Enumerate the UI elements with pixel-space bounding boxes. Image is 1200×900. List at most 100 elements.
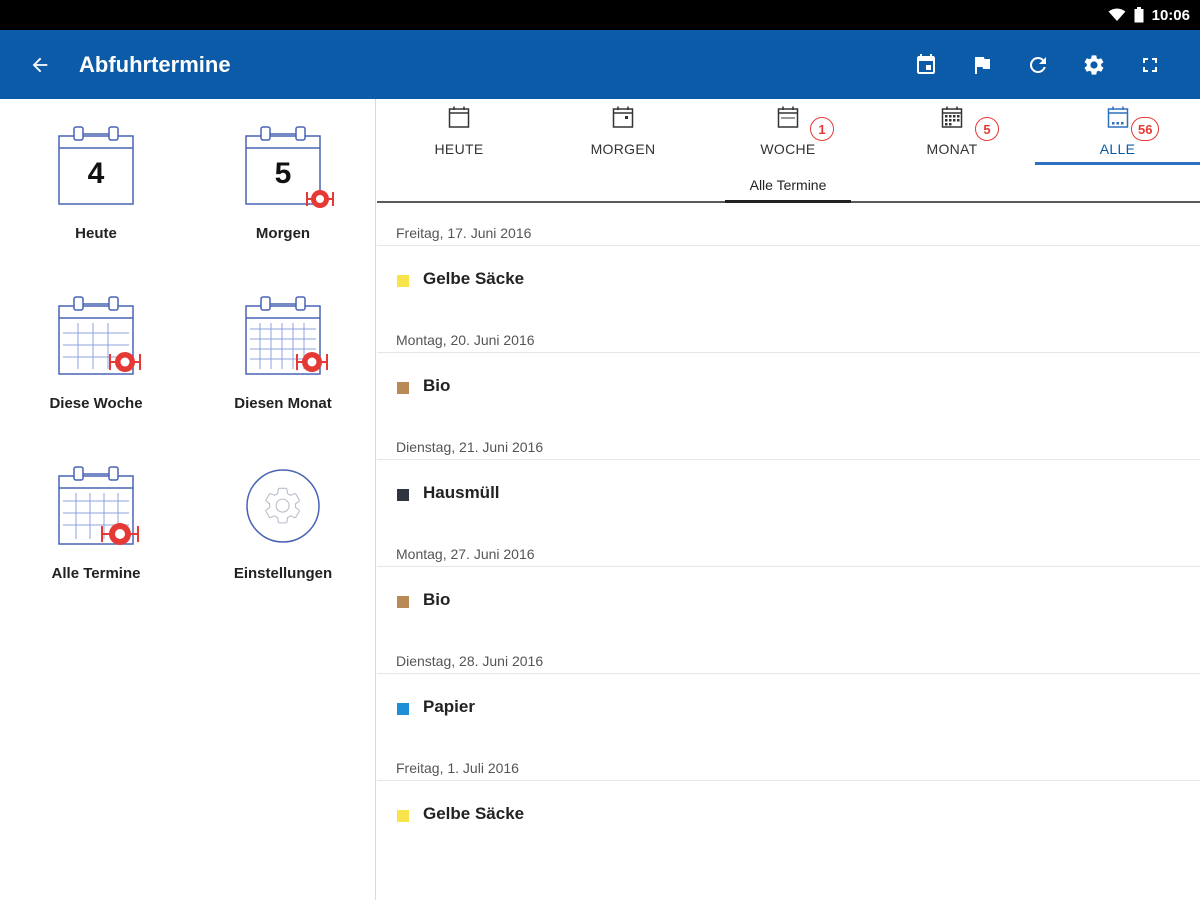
calendar-month-icon xyxy=(941,106,963,128)
waste-color-swatch xyxy=(397,810,409,822)
gear-icon xyxy=(1084,54,1104,75)
app-bar: Abfuhrtermine xyxy=(0,30,1200,99)
waste-color-swatch xyxy=(397,703,409,715)
list-item[interactable]: Gelbe Säcke xyxy=(377,781,1200,847)
calendar-week-icon xyxy=(777,106,799,128)
appointment-list: Freitag, 17. Juni 2016 Gelbe Säcke Monta… xyxy=(377,205,1200,847)
calendar-day-number: 4 xyxy=(87,157,105,190)
tile-alle-termine[interactable]: Alle Termine xyxy=(6,439,186,589)
fullscreen-icon xyxy=(1143,57,1157,72)
calendar-today-icon xyxy=(448,106,470,128)
subtab-indicator xyxy=(725,200,851,203)
tile-einstellungen[interactable]: Einstellungen xyxy=(193,439,373,589)
count-badge: 1 xyxy=(810,117,834,141)
clock: 10:06 xyxy=(1151,6,1190,24)
tab-label: MONAT xyxy=(926,141,978,157)
tile-heute[interactable]: 4 Heute xyxy=(6,99,186,249)
tab-bar: HEUTE MORGEN WOCHE 1 MONAT 5 ALLE 56 xyxy=(377,99,1200,167)
list-item[interactable]: Bio xyxy=(377,353,1200,419)
date-group: Freitag, 17. Juni 2016 Gelbe Säcke xyxy=(377,205,1200,312)
battery-icon xyxy=(1134,7,1144,23)
date-header: Freitag, 17. Juni 2016 xyxy=(396,225,532,241)
waste-type: Bio xyxy=(423,590,451,609)
status-bar: 10:06 xyxy=(0,0,1200,30)
settings-button[interactable] xyxy=(1066,37,1122,93)
date-header: Montag, 27. Juni 2016 xyxy=(396,546,535,562)
calendar-today-button[interactable] xyxy=(898,37,954,93)
refresh-icon xyxy=(1029,56,1046,73)
red-badge-icon xyxy=(306,190,334,208)
waste-color-swatch xyxy=(397,596,409,608)
tile-label: Diesen Monat xyxy=(234,395,332,412)
tab-label: HEUTE xyxy=(434,141,484,157)
list-item[interactable]: Papier xyxy=(377,674,1200,740)
waste-type: Hausmüll xyxy=(423,483,500,502)
tile-label: Heute xyxy=(75,225,117,242)
date-group: Freitag, 1. Juli 2016 Gelbe Säcke xyxy=(377,740,1200,847)
calendar-week-icon xyxy=(48,289,144,385)
toolbar-actions xyxy=(898,30,1178,99)
waste-color-swatch xyxy=(397,275,409,287)
flag-button[interactable] xyxy=(954,37,1010,93)
date-header: Montag, 20. Juni 2016 xyxy=(396,332,535,348)
calendar-all-icon xyxy=(48,459,144,555)
active-tab-indicator xyxy=(1035,162,1200,165)
list-item[interactable]: Bio xyxy=(377,567,1200,633)
tab-label: MORGEN xyxy=(590,141,656,157)
calendar-all-icon xyxy=(1107,106,1128,128)
tile-label: Diese Woche xyxy=(49,395,143,412)
calendar-tomorrow-icon xyxy=(612,106,634,128)
tile-label: Morgen xyxy=(255,225,311,242)
flag-icon xyxy=(975,56,990,74)
list-item[interactable]: Hausmüll xyxy=(377,460,1200,526)
arrow-back-icon xyxy=(32,57,48,73)
date-group: Dienstag, 21. Juni 2016 Hausmüll xyxy=(377,419,1200,526)
list-item[interactable]: Gelbe Säcke xyxy=(377,246,1200,312)
calendar-day-icon: 5 xyxy=(235,119,334,215)
fullscreen-button[interactable] xyxy=(1122,37,1178,93)
tab-woche[interactable]: WOCHE 1 xyxy=(706,99,870,167)
refresh-button[interactable] xyxy=(1010,37,1066,93)
date-group: Montag, 27. Juni 2016 Bio xyxy=(377,526,1200,633)
waste-color-swatch xyxy=(397,489,409,501)
settings-circle-icon xyxy=(235,459,331,555)
date-group: Montag, 20. Juni 2016 Bio xyxy=(377,312,1200,419)
wifi-icon xyxy=(1108,8,1126,21)
tile-label: Einstellungen xyxy=(233,565,333,582)
tile-morgen[interactable]: 5 Morgen xyxy=(193,99,373,249)
date-group: Dienstag, 28. Juni 2016 Papier xyxy=(377,633,1200,740)
shortcut-panel: 4 Heute 5 Morgen Diese Woche Diesen Mona… xyxy=(0,99,376,900)
waste-type: Gelbe Säcke xyxy=(423,804,525,823)
tab-alle[interactable]: ALLE 56 xyxy=(1035,99,1200,167)
calendar-day-number: 5 xyxy=(274,157,292,190)
red-badge-icon xyxy=(109,352,141,372)
calendar-day-icon: 4 xyxy=(48,119,144,215)
date-header: Dienstag, 21. Juni 2016 xyxy=(396,439,544,455)
calendar-event-icon xyxy=(917,53,935,74)
tab-morgen[interactable]: MORGEN xyxy=(541,99,705,167)
waste-type: Gelbe Säcke xyxy=(423,269,525,288)
tab-monat[interactable]: MONAT 5 xyxy=(870,99,1034,167)
date-header: Dienstag, 28. Juni 2016 xyxy=(396,653,544,669)
page-title: Abfuhrtermine xyxy=(79,52,231,77)
waste-color-swatch xyxy=(397,382,409,394)
calendar-month-icon xyxy=(235,289,331,385)
count-badge: 56 xyxy=(1131,117,1160,141)
tile-label: Alle Termine xyxy=(51,565,141,582)
status-icons: 10:06 xyxy=(1108,0,1190,30)
subtab-alle-termine[interactable]: Alle Termine xyxy=(725,167,851,203)
tab-heute[interactable]: HEUTE xyxy=(377,99,541,167)
waste-type: Bio xyxy=(423,376,451,395)
tile-diesen-monat[interactable]: Diesen Monat xyxy=(193,269,373,419)
date-header: Freitag, 1. Juli 2016 xyxy=(396,760,519,776)
appointments-panel: HEUTE MORGEN WOCHE 1 MONAT 5 ALLE 56 All… xyxy=(377,99,1200,900)
tab-label: WOCHE xyxy=(760,141,816,157)
count-badge: 5 xyxy=(975,117,999,141)
back-button[interactable] xyxy=(22,47,58,83)
tile-diese-woche[interactable]: Diese Woche xyxy=(6,269,186,419)
waste-type: Papier xyxy=(423,697,475,716)
tab-label: ALLE xyxy=(1099,141,1136,157)
subtab-bar: Alle Termine xyxy=(377,167,1200,203)
red-badge-icon xyxy=(296,352,328,372)
red-badge-icon xyxy=(101,523,139,545)
